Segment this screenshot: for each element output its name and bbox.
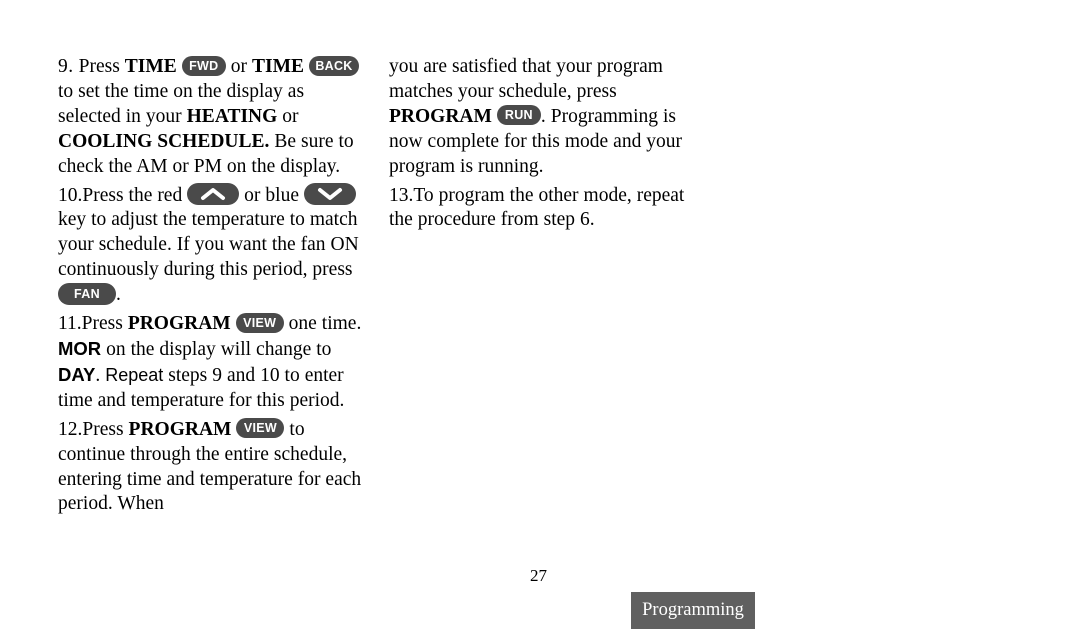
manual-page: 9. Press TIME FWD or TIME BACK to set th… (0, 0, 1080, 631)
step-11-text-2: one time. (283, 313, 362, 335)
step-9-text-4: or (277, 105, 299, 127)
step-12-text-1: Press (82, 418, 129, 440)
step-12-cont-bold-program: PROGRAM (389, 105, 492, 127)
step-11-repeat-word: Repeat (105, 364, 164, 385)
step-10: 10.Press the red or blue key to adjust t… (58, 183, 368, 309)
step-11-number: 11. (58, 313, 82, 335)
step-9: 9. Press TIME FWD or TIME BACK to set th… (58, 55, 368, 180)
step-10-text-4: . (116, 284, 121, 306)
step-13-number: 13. (389, 184, 414, 206)
display-label-day: DAY (58, 363, 96, 385)
step-11: 11.Press PROGRAM VIEW one time. MOR on t… (58, 312, 368, 414)
page-number: 27 (530, 566, 547, 585)
step-9-bold-cooling-schedule: COOLING SCHEDULE. (58, 130, 270, 152)
right-column: you are satisfied that your program matc… (389, 55, 699, 237)
left-column: 9. Press TIME FWD or TIME BACK to set th… (58, 55, 368, 521)
step-12-number: 12. (58, 418, 83, 440)
down-arrow-icon[interactable] (303, 183, 356, 206)
step-13: 13.To program the other mode, repeat the… (389, 184, 699, 234)
step-12-bold-program: PROGRAM (128, 418, 232, 440)
key-view-button[interactable]: VIEW (235, 312, 284, 333)
section-tab-label: Programming (642, 600, 744, 620)
key-run-button[interactable]: RUN (496, 105, 541, 126)
step-9-text-2: or (225, 56, 252, 77)
step-10-text-2: or blue (239, 184, 304, 206)
step-13-text-1: To program the other mode, repeat the pr… (389, 184, 685, 231)
key-view-button-2[interactable]: VIEW (236, 418, 285, 439)
key-fwd-button[interactable]: FWD (181, 55, 226, 76)
step-12-continued: you are satisfied that your program matc… (389, 55, 699, 180)
step-10-number: 10. (58, 184, 83, 206)
step-11-text-4: . (95, 364, 106, 386)
step-12: 12.Press PROGRAM VIEW to continue throug… (58, 418, 368, 518)
display-label-mor: MOR (58, 337, 102, 359)
step-9-bold-time-2: TIME (251, 56, 304, 77)
step-11-bold-program: PROGRAM (127, 313, 231, 335)
step-9-number: 9. (58, 56, 74, 77)
step-9-text-1: Press (78, 56, 125, 77)
step-11-text-1: Press (81, 313, 128, 335)
step-9-bold-time-1: TIME (124, 56, 177, 77)
step-11-text-3: on the display will change to (101, 338, 332, 360)
section-tab-programming: Programming (631, 592, 755, 629)
key-fan-button[interactable]: FAN (58, 282, 116, 305)
step-9-bold-heating: HEATING (186, 105, 278, 127)
key-back-button[interactable]: BACK (308, 55, 359, 76)
step-10-text-1: Press the red (82, 184, 188, 206)
step-12-cont-text-1: you are satisfied that your program matc… (389, 56, 663, 102)
up-arrow-icon[interactable] (187, 183, 240, 206)
step-10-text-3: key to adjust the temperature to match y… (58, 209, 359, 281)
